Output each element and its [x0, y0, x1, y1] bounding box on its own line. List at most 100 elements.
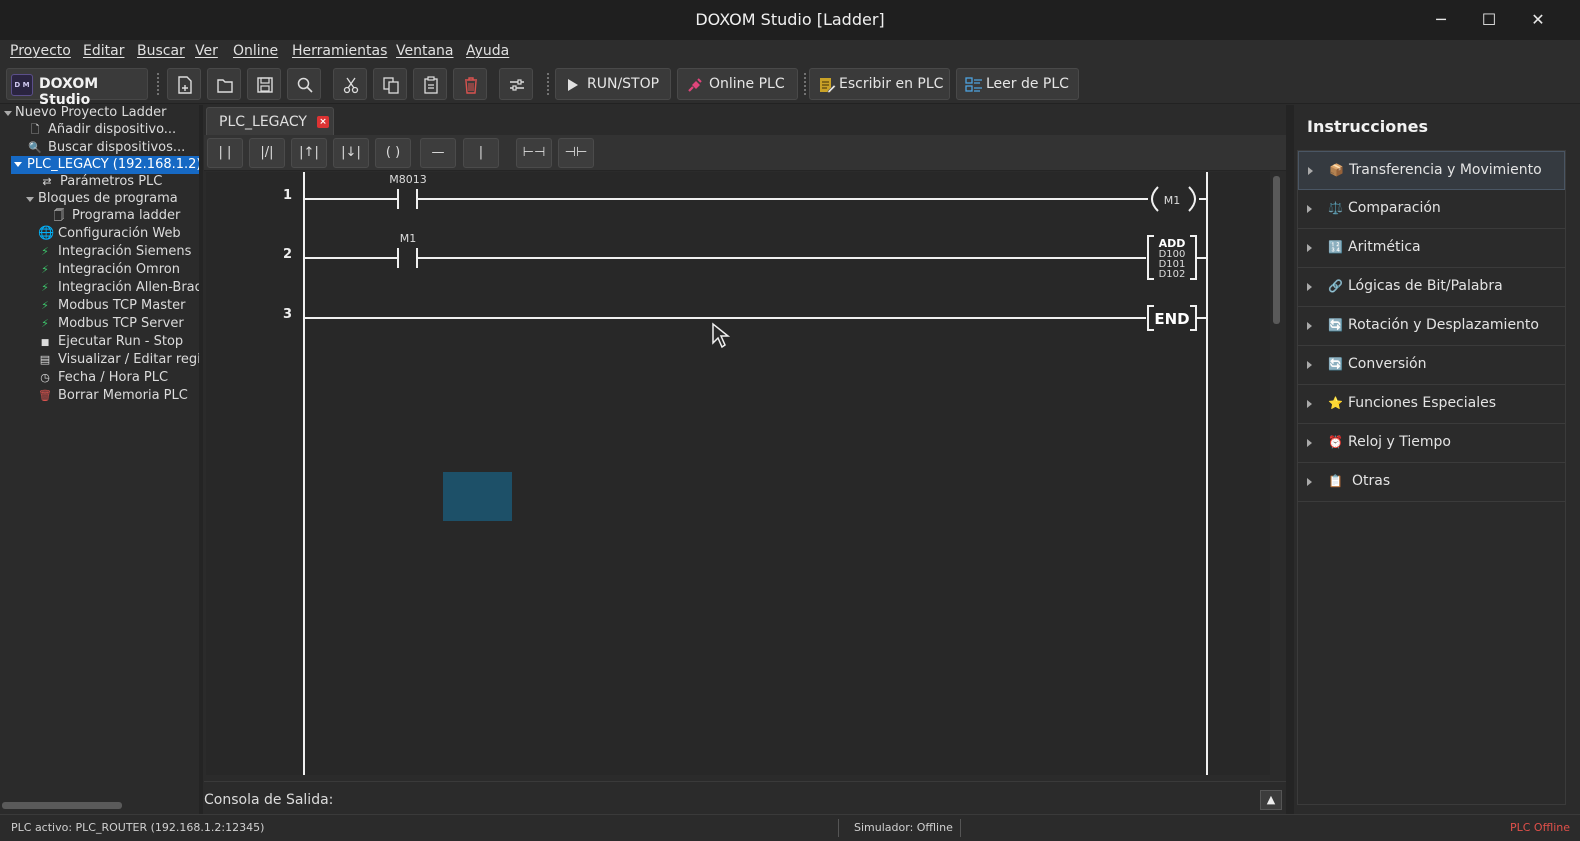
write-plc-button[interactable]: Escribir en PLC — [809, 68, 950, 100]
settings-button[interactable] — [499, 68, 533, 100]
tree-web-config[interactable]: 🌐 Configuración Web — [38, 225, 181, 243]
menu-editar[interactable]: Editar — [83, 43, 124, 59]
category-clock[interactable]: ⏰ Reloj y Tiempo — [1298, 424, 1565, 463]
project-tree: Nuevo Proyecto Ladder 🗋 Añadir dispositiv… — [0, 105, 199, 814]
copy-button[interactable] — [373, 68, 407, 100]
category-label: Transferencia y Movimiento — [1349, 162, 1542, 178]
alarm-clock-icon: ⏰ — [1328, 435, 1343, 449]
menu-ayuda[interactable]: Ayuda — [466, 43, 509, 59]
right-splitter[interactable] — [1286, 105, 1294, 814]
category-other[interactable]: 📋 Otras — [1298, 463, 1565, 502]
category-rotation[interactable]: 🔄 Rotación y Desplazamiento — [1298, 307, 1565, 346]
delete-icon — [465, 77, 477, 94]
category-label: Rotación y Desplazamiento — [1348, 317, 1539, 333]
toolbar-grip[interactable] — [156, 72, 160, 96]
tree-run-stop-label: Ejecutar Run - Stop — [58, 334, 184, 349]
expand-arrow-icon[interactable] — [14, 162, 22, 167]
cycle-icon: 🔄 — [1328, 318, 1343, 332]
category-arithmetic[interactable]: 🔢 Aritmética — [1298, 229, 1565, 268]
tree-horizontal-scrollbar[interactable] — [2, 802, 122, 809]
category-transfer[interactable]: 📦 Transferencia y Movimiento — [1298, 151, 1565, 190]
tab-plc-legacy[interactable]: PLC_LEGACY × — [206, 107, 334, 135]
stop-square-icon: ■ — [40, 338, 50, 348]
clock-icon: ◷ — [40, 371, 50, 384]
expand-arrow-icon — [1307, 478, 1312, 486]
ladder-toolbar: | | |/| |↑| |↓| ( ) — | ⊢⊣ ⊣⊢ — [204, 135, 1286, 171]
tree-plc-legacy[interactable]: PLC_LEGACY (192.168.1.2) — [11, 156, 199, 174]
nc-contact-button[interactable]: |/| — [249, 138, 285, 168]
run-stop-button[interactable]: RUN/STOP — [555, 68, 671, 100]
tree-modbus-master[interactable]: ⚡ Modbus TCP Master — [38, 297, 185, 315]
delete-button[interactable] — [453, 68, 487, 100]
read-plc-button[interactable]: Leer de PLC — [956, 68, 1079, 100]
add-block — [1147, 235, 1154, 280]
insert-rung-button[interactable]: ⊢⊣ — [516, 138, 552, 168]
tree-modbus-server-label: Modbus TCP Server — [58, 316, 184, 331]
maximize-button[interactable]: ☐ — [1477, 8, 1501, 32]
online-plc-button[interactable]: Online PLC — [677, 68, 798, 100]
no-contact-button[interactable]: | | — [207, 138, 243, 168]
tree-siemens[interactable]: ⚡ Integración Siemens — [38, 243, 191, 261]
menu-proyecto[interactable]: Proyecto — [10, 43, 71, 59]
category-logic[interactable]: 🔗 Lógicas de Bit/Palabra — [1298, 268, 1565, 307]
delete-rung-button[interactable]: ⊣⊢ — [558, 138, 594, 168]
star-icon: ⭐ — [1328, 396, 1343, 410]
save-button[interactable] — [247, 68, 281, 100]
ladder-canvas[interactable]: 1 2 3 M8013 M1 M1 ADD D100 D101 D102 END — [206, 172, 1270, 775]
new-file-button[interactable] — [167, 68, 201, 100]
menu-online[interactable]: Online — [233, 43, 278, 59]
tree-run-stop[interactable]: ■ Ejecutar Run - Stop — [38, 333, 183, 351]
menu-ventana[interactable]: Ventana — [396, 43, 454, 59]
tree-search-devices[interactable]: 🔍 Buscar dispositivos... — [28, 139, 185, 157]
close-window-button[interactable]: ✕ — [1526, 8, 1550, 32]
tree-omron[interactable]: ⚡ Integración Omron — [38, 261, 180, 279]
tree-modbus-server[interactable]: ⚡ Modbus TCP Server — [38, 315, 184, 333]
play-icon — [568, 79, 578, 91]
category-comparison[interactable]: ⚖️ Comparación — [1298, 190, 1565, 229]
category-special[interactable]: ⭐ Funciones Especiales — [1298, 385, 1565, 424]
expand-arrow-icon[interactable] — [4, 111, 12, 116]
cut-button[interactable] — [333, 68, 367, 100]
console-expand-button[interactable]: ▲ — [1260, 790, 1282, 810]
category-conversion[interactable]: 🔄 Conversión — [1298, 346, 1565, 385]
canvas-scrollbar-thumb[interactable] — [1273, 176, 1280, 324]
falling-edge-button[interactable]: |↓| — [333, 138, 369, 168]
tree-program-blocks[interactable]: Bloques de programa — [38, 190, 178, 208]
minimize-button[interactable]: ─ — [1429, 8, 1453, 32]
tree-params[interactable]: ⇄ Parámetros PLC — [40, 173, 162, 191]
end-label: END — [1154, 310, 1189, 328]
copy-icon — [383, 77, 399, 94]
toolbar-grip-2[interactable] — [546, 72, 550, 96]
tree-datetime[interactable]: ◷ Fecha / Hora PLC — [38, 369, 168, 387]
horizontal-line-button[interactable]: — — [420, 138, 456, 168]
search-button[interactable] — [287, 68, 321, 100]
vertical-line-button[interactable]: | — [463, 138, 499, 168]
tab-close-icon[interactable]: × — [317, 116, 329, 128]
tree-plc-legacy-label: PLC_LEGACY (192.168.1.2) — [27, 157, 199, 172]
tree-program-blocks-label: Bloques de programa — [38, 191, 178, 206]
tree-add-device[interactable]: 🗋 Añadir dispositivo... — [28, 121, 177, 139]
paste-button[interactable] — [413, 68, 447, 100]
tree-erase-memory[interactable]: 🗑 Borrar Memoria PLC — [38, 387, 188, 405]
tree-ladder-program[interactable]: 🗍 Programa ladder — [52, 207, 181, 225]
expand-arrow-icon[interactable] — [26, 197, 34, 202]
plug-icon: ⚡ — [41, 263, 49, 276]
tree-siemens-label: Integración Siemens — [58, 244, 192, 259]
tree-allen-bradley[interactable]: ⚡ Integración Allen-Brad — [38, 279, 199, 297]
left-splitter[interactable] — [199, 105, 203, 814]
menu-buscar[interactable]: Buscar — [137, 43, 185, 59]
menu-herramientas[interactable]: Herramientas — [292, 43, 387, 59]
tree-search-devices-label: Buscar dispositivos... — [48, 140, 186, 155]
open-button[interactable] — [207, 68, 241, 100]
ladder-diagram[interactable]: 1 2 3 M8013 M1 M1 ADD D100 D101 D102 END — [206, 172, 1270, 775]
block-operand: D102 — [1159, 269, 1186, 280]
menu-ver[interactable]: Ver — [195, 43, 218, 59]
rising-edge-button[interactable]: |↑| — [291, 138, 327, 168]
settings-sliders-icon — [510, 79, 524, 91]
tree-registers[interactable]: ▤ Visualizar / Editar regis — [38, 351, 199, 369]
tree-root[interactable]: Nuevo Proyecto Ladder — [15, 105, 166, 122]
toolbar-grip-3[interactable] — [803, 72, 807, 96]
tree-ladder-program-label: Programa ladder — [72, 208, 181, 223]
tree-add-device-label: Añadir dispositivo... — [48, 122, 177, 137]
coil-button[interactable]: ( ) — [375, 138, 411, 168]
